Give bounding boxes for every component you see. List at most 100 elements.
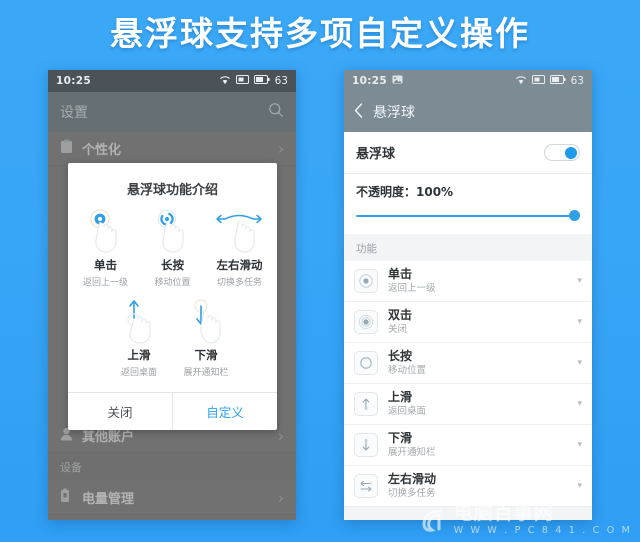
floating-ball-toggle-row[interactable]: 悬浮球 [344,132,592,174]
gesture-grid: 单击 返回上一级 长按 移动位置 左右滑动 切换多任务 上滑 返回桌面 下滑 展… [68,202,277,392]
watermark-texts: 电脑百事网 W W W . P C 8 4 1 . C O M [454,504,632,536]
sim-icon [235,75,249,87]
gesture-desc: 切换多任务 [216,278,262,288]
function-desc: 关闭 [388,323,408,335]
swipe-horizontal-gesture-icon [206,208,273,254]
function-name: 下滑 [388,430,413,445]
screenshot-icon [392,75,403,87]
double-tap-icon [354,310,378,334]
right-phone-screenshot: 10:25 63 悬浮球 悬浮球 不透明度：100% 功能 单击 返回上一级 ▾… [344,70,592,520]
slider-thumb[interactable] [569,210,580,221]
status-icons: 63 [515,75,584,88]
function-desc: 切换多任务 [388,487,436,499]
function-name: 长按 [388,348,413,363]
right-status-bar: 10:25 63 [344,70,592,92]
dialog-title: 悬浮球功能介绍 [126,183,218,198]
customize-button[interactable]: 自定义 [173,393,277,430]
tap-gesture-icon [72,208,139,254]
left-phone-screenshot: 10:25 63 设置 个性化 › 其他账户 › 设备 电量管理 › 悬浮球功能… [48,70,296,520]
function-row-long-press[interactable]: 长按 移动位置 ▾ [344,343,592,384]
gesture-item-tap: 单击 返回上一级 [72,204,139,294]
floating-ball-switch[interactable] [544,144,580,161]
battery-icon [253,75,270,87]
function-name: 双击 [388,307,413,322]
function-row-swipe-horizontal[interactable]: 左右滑动 切换多任务 ▾ [344,466,592,507]
function-section-label: 功能 [344,234,592,261]
watermark-name: 电脑百事网 [453,502,554,525]
left-status-bar: 10:25 63 [48,70,296,92]
floating-ball-settings-body: 悬浮球 不透明度：100% 功能 单击 返回上一级 ▾ 双击 关闭 ▾ 长按 移… [344,132,592,520]
status-time: 10:25 [56,75,91,87]
function-desc: 展开通知栏 [388,446,436,458]
grid-spacer-left [72,294,105,384]
gesture-desc: 返回桌面 [120,368,157,378]
swipe-down-icon [354,433,378,457]
sim-icon [531,75,545,87]
slider-track [356,215,574,217]
floating-ball-header: 悬浮球 [344,92,592,132]
chevron-down-icon[interactable]: ▾ [577,358,582,368]
floating-ball-intro-dialog: 悬浮球功能介绍 单击 返回上一级 长按 移动位置 左右滑动 切换多任务 上滑 返… [68,163,277,430]
battery-icon [549,75,566,87]
opacity-block: 不透明度：100% [344,174,592,234]
function-name: 单击 [388,266,413,281]
function-text: 下滑 展开通知栏 [388,431,436,459]
wifi-icon [219,75,231,88]
gesture-name: 上滑 [127,348,151,362]
function-row-swipe-up[interactable]: 上滑 返回桌面 ▾ [344,384,592,425]
gesture-desc: 返回上一级 [82,278,128,288]
banner: 悬浮球支持多项自定义操作 [0,0,640,62]
function-text: 单击 返回上一级 [388,267,436,295]
gesture-item-swipe-down: 下滑 展开通知栏 [172,294,239,384]
function-desc: 返回桌面 [388,405,427,417]
gesture-name: 单击 [93,258,117,272]
tap-icon [354,269,378,293]
floating-ball-toggle-card: 悬浮球 不透明度：100% [344,132,592,234]
chevron-down-icon[interactable]: ▾ [577,317,582,327]
function-desc: 返回上一级 [388,282,436,294]
gesture-item-long-press: 长按 移动位置 [139,204,206,294]
grid-spacer-right [239,294,272,384]
function-text: 双击 关闭 [388,308,412,336]
gesture-desc: 移动位置 [154,278,191,288]
gesture-item-swipe-horizontal: 左右滑动 切换多任务 [206,204,273,294]
gesture-name: 长按 [160,258,184,272]
swipe-up-gesture-icon [105,298,172,344]
function-name: 左右滑动 [388,471,437,486]
switch-knob [565,146,577,159]
gesture-name: 左右滑动 [216,258,263,272]
watermark-logo-icon [418,504,450,536]
page-background: 悬浮球支持多项自定义操作 10:25 63 设置 个性化 › 其他账户 › 设备… [0,0,640,542]
long-press-gesture-icon [139,208,206,254]
back-arrow-icon[interactable] [354,103,363,121]
wifi-icon [515,75,527,88]
toggle-label: 悬浮球 [356,147,396,162]
gesture-desc: 展开通知栏 [183,368,229,378]
function-name: 上滑 [388,389,413,404]
function-text: 长按 移动位置 [388,349,426,377]
swipe-up-icon [354,392,378,416]
status-time: 10:25 [352,75,387,87]
battery-percent: 63 [570,75,584,87]
function-row-double-tap[interactable]: 双击 关闭 ▾ [344,302,592,343]
gesture-item-swipe-up: 上滑 返回桌面 [105,294,172,384]
function-row-tap[interactable]: 单击 返回上一级 ▾ [344,261,592,302]
chevron-down-icon[interactable]: ▾ [577,481,582,491]
opacity-slider[interactable] [356,210,580,222]
function-text: 左右滑动 切换多任务 [388,472,436,500]
function-text: 上滑 返回桌面 [388,390,426,418]
chevron-down-icon[interactable]: ▾ [577,276,582,286]
page-header-title: 悬浮球 [373,105,415,121]
close-button[interactable]: 关闭 [68,393,172,430]
swipe-down-gesture-icon [172,298,239,344]
long-press-icon [354,351,378,375]
chevron-down-icon[interactable]: ▾ [577,399,582,409]
section-label: 功能 [356,243,377,255]
battery-percent: 63 [274,75,288,87]
chevron-down-icon[interactable]: ▾ [577,440,582,450]
function-row-swipe-down[interactable]: 下滑 展开通知栏 ▾ [344,425,592,466]
status-icons: 63 [219,75,288,88]
dialog-actions: 关闭 自定义 [68,392,277,430]
watermark: 电脑百事网 W W W . P C 8 4 1 . C O M [418,504,632,536]
gesture-name: 下滑 [194,348,218,362]
